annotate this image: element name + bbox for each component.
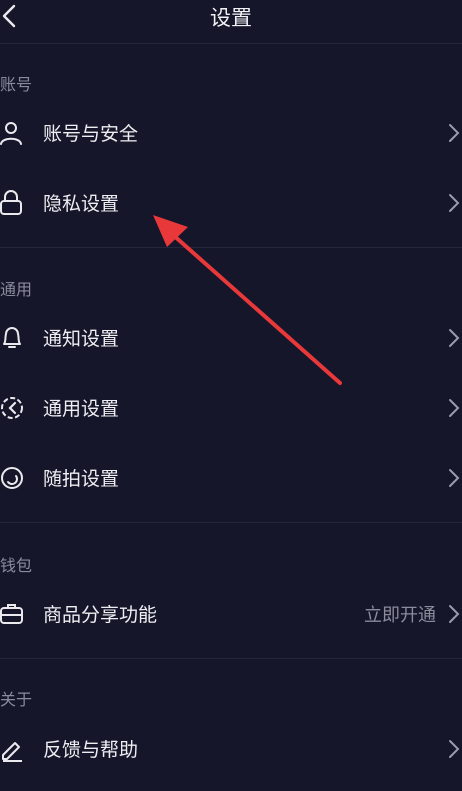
section-label-about: 关于 [0, 690, 33, 709]
bell-icon [3, 327, 21, 348]
chevron-right-icon [449, 740, 460, 758]
lock-icon [0, 190, 22, 215]
row-notification-settings[interactable]: 通知设置 [0, 307, 462, 367]
row-privacy-settings[interactable]: 隐私设置 [0, 172, 462, 232]
row-label: 反馈与帮助 [43, 739, 139, 761]
gear-icon [1, 397, 23, 419]
row-label: 随拍设置 [43, 468, 120, 490]
row-label: 商品分享功能 [43, 604, 158, 626]
section-divider [0, 247, 462, 248]
section-divider [0, 522, 462, 523]
row-label: 账号与安全 [43, 123, 139, 145]
chevron-right-icon [449, 399, 460, 417]
header-divider [0, 43, 462, 44]
row-product-share[interactable]: 商品分享功能 立即开通 [0, 583, 462, 643]
page-title: 设置 [210, 6, 252, 30]
section-divider [0, 658, 462, 659]
row-label: 隐私设置 [43, 193, 120, 215]
pencil-icon [2, 742, 22, 762]
section-label-wallet: 钱包 [0, 556, 33, 575]
section-label-account: 账号 [0, 75, 33, 94]
camera-circle-icon [1, 467, 23, 489]
section-label-general: 通用 [0, 280, 33, 299]
activate-now-link[interactable]: 立即开通 [364, 601, 436, 627]
row-feedback-help[interactable]: 反馈与帮助 [0, 718, 462, 778]
row-general-settings[interactable]: 通用设置 [0, 377, 462, 437]
row-label: 通用设置 [43, 398, 120, 420]
person-icon [0, 122, 22, 145]
row-label: 通知设置 [43, 328, 120, 350]
top-bar: 设置 [0, 0, 462, 42]
chevron-right-icon [449, 329, 460, 347]
row-capture-settings[interactable]: 随拍设置 [0, 447, 462, 507]
briefcase-icon [0, 604, 23, 624]
row-account-security[interactable]: 账号与安全 [0, 102, 462, 162]
chevron-right-icon [449, 469, 460, 487]
chevron-right-icon [449, 605, 460, 623]
chevron-right-icon [449, 194, 460, 212]
chevron-right-icon [449, 124, 460, 142]
